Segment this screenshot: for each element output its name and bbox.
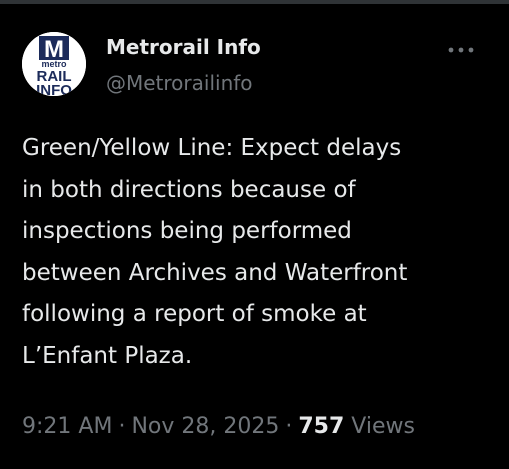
views-label: Views — [351, 414, 415, 439]
tweet-meta: 9:21 AM · Nov 28, 2025 · 757 Views — [22, 413, 415, 441]
meta-separator: · — [118, 414, 126, 439]
meta-separator: · — [285, 414, 293, 439]
avatar[interactable]: M metro RAIL INFO — [22, 32, 86, 96]
svg-text:INFO: INFO — [36, 82, 72, 96]
views-count: 757 — [298, 414, 345, 439]
more-options-button[interactable] — [445, 40, 477, 60]
tweet-time-link[interactable]: 9:21 AM · Nov 28, 2025 — [22, 414, 279, 439]
tweet-text: Green/Yellow Line: Expect delays in both… — [22, 135, 408, 369]
tweet: M metro RAIL INFO Metrorail Info @Metror… — [0, 4, 509, 469]
tweet-date[interactable]: Nov 28, 2025 — [131, 414, 279, 439]
tweet-time[interactable]: 9:21 AM — [22, 414, 112, 439]
metro-rail-info-logo: M metro RAIL INFO — [22, 32, 86, 96]
author-display-name[interactable]: Metrorail Info — [106, 35, 261, 59]
more-horizontal-icon — [448, 47, 474, 53]
author-handle[interactable]: @Metrorailinfo — [106, 71, 253, 95]
